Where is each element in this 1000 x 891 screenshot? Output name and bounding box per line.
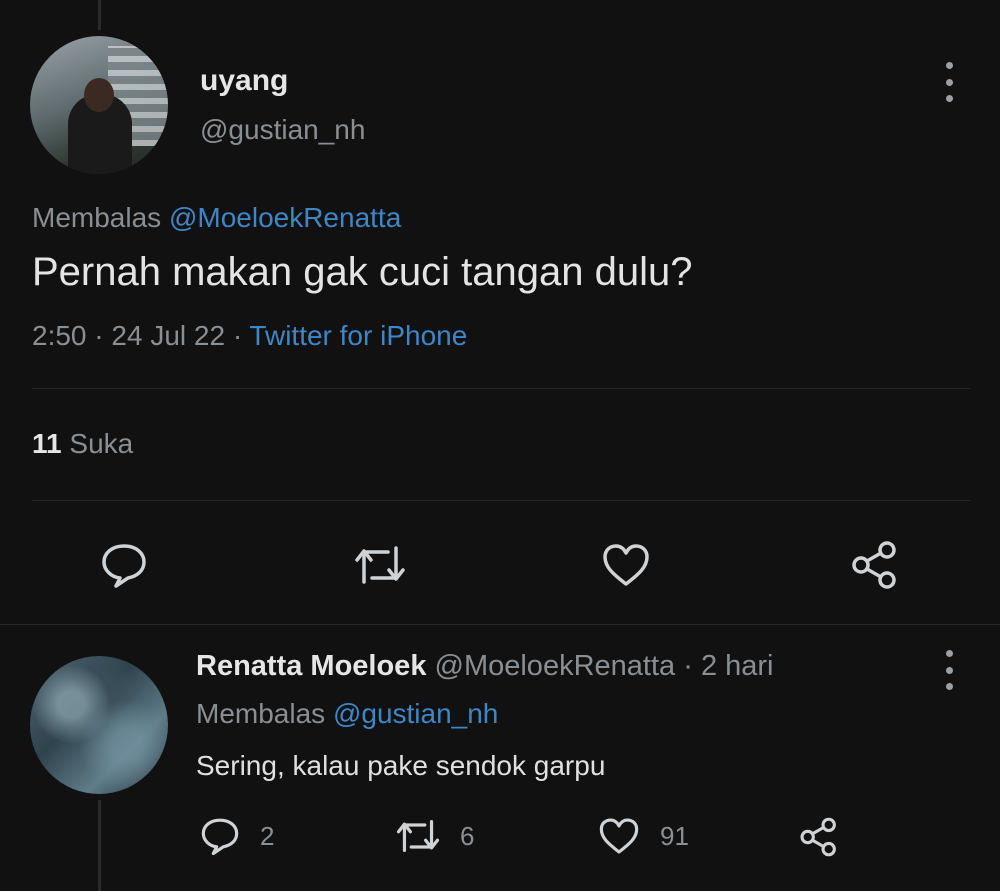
reply-retweet-button[interactable]: 6 [396,816,474,856]
divider [32,500,970,501]
like-button[interactable] [601,542,651,588]
section-divider [0,624,1000,625]
retweet-icon [396,820,440,852]
replying-to: Membalas @MoeloekRenatta [32,202,401,234]
reply-separator: · [683,650,693,682]
reply-replying-to: Membalas @gustian_nh [196,698,498,730]
reply-share-button[interactable] [798,816,840,858]
reply-text: Sering, kalau pake sendok garpu [196,750,606,781]
replying-to-link[interactable]: @MoeloekRenatta [169,202,401,233]
share-icon [800,817,836,857]
avatar[interactable] [30,36,168,174]
share-button[interactable] [849,540,901,590]
reply-header: Renatta Moeloek @MoeloekRenatta · 2 hari [196,650,773,683]
retweet-button[interactable] [354,542,406,588]
display-name[interactable]: uyang [200,64,288,98]
replying-prefix: Membalas [32,202,162,233]
retweet-icon [355,546,405,584]
reply-age[interactable]: 2 hari [701,650,774,682]
likes-label: Suka [69,428,134,459]
reply-icon [102,544,146,588]
likes-stat[interactable]: 11 Suka [32,428,133,460]
more-vertical-icon[interactable] [942,650,956,690]
reply-replying-prefix: Membalas [196,698,326,729]
likes-count: 11 [32,428,62,459]
reply-display-name[interactable]: Renatta Moeloek [196,650,426,682]
tweet-text: Pernah makan gak cuci tangan dulu? [32,250,693,294]
reply-handle[interactable]: @MoeloekRenatta [435,650,676,682]
share-icon [852,541,896,589]
retweet-count: 6 [460,820,475,851]
thread-line-top [98,0,101,30]
reply-button[interactable] [100,542,148,588]
like-icon [603,544,649,586]
tweet-meta: 2:50 · 24 Jul 22 · Twitter for iPhone [32,320,467,352]
meta-separator: · [232,320,243,351]
reply-icon [201,818,239,856]
divider [32,388,970,389]
reply-avatar[interactable] [30,656,168,794]
reply-replying-to-link[interactable]: @gustian_nh [333,698,498,729]
reply-reply-button[interactable]: 2 [200,816,274,856]
user-handle[interactable]: @gustian_nh [200,114,365,146]
tweet-date[interactable]: 24 Jul 22 [111,320,225,351]
tweet-source[interactable]: Twitter for iPhone [249,320,467,351]
meta-separator: · [94,320,104,351]
like-count: 91 [660,820,689,851]
reply-count: 2 [260,820,275,851]
more-vertical-icon[interactable] [942,62,956,102]
reply-like-button[interactable]: 91 [598,816,689,856]
like-icon [599,818,639,854]
avatar-head [84,78,114,112]
thread-line-bottom [98,800,101,891]
tweet-time[interactable]: 2:50 [32,320,87,351]
